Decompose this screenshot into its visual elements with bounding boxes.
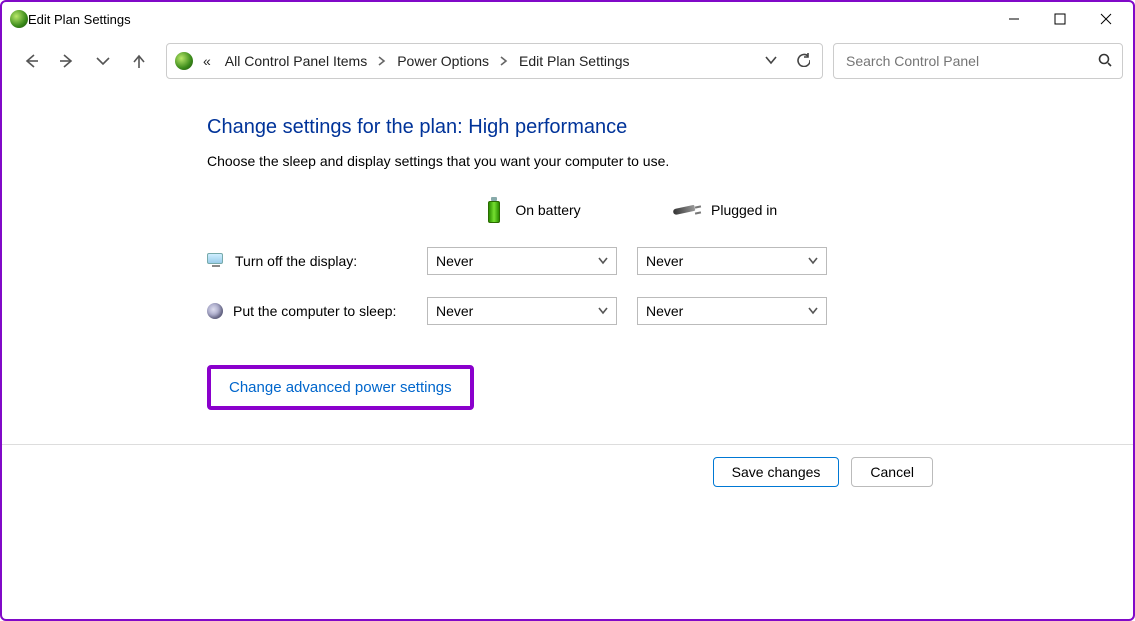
search-box[interactable] (833, 43, 1123, 79)
chevron-right-icon (499, 56, 509, 66)
window-title: Edit Plan Settings (28, 12, 131, 27)
column-on-battery: On battery (427, 195, 637, 225)
up-button[interactable] (128, 50, 150, 72)
app-icon (10, 10, 28, 28)
refresh-button[interactable] (796, 53, 810, 70)
change-advanced-power-settings-link[interactable]: Change advanced power settings (207, 365, 474, 410)
minimize-button[interactable] (991, 4, 1037, 34)
cancel-button[interactable]: Cancel (851, 457, 933, 487)
arrow-up-icon (131, 53, 147, 69)
sleep-icon (207, 303, 223, 319)
select-value: Never (436, 303, 598, 319)
breadcrumb-item[interactable]: All Control Panel Items (221, 51, 371, 71)
search-icon (1098, 53, 1112, 70)
arrow-left-icon (23, 53, 39, 69)
control-panel-icon (175, 52, 193, 70)
row-label: Put the computer to sleep: (233, 303, 396, 319)
row-label: Turn off the display: (235, 253, 357, 269)
column-label: Plugged in (711, 202, 777, 218)
sleep-plugged-select[interactable]: Never (637, 297, 827, 325)
breadcrumb-item[interactable]: Power Options (393, 51, 493, 71)
nav-row: « All Control Panel Items Power Options … (2, 40, 1133, 82)
arrow-right-icon (59, 53, 75, 69)
display-battery-select[interactable]: Never (427, 247, 617, 275)
select-value: Never (436, 253, 598, 269)
page-subtext: Choose the sleep and display settings th… (207, 153, 1133, 169)
battery-icon (483, 195, 505, 225)
title-bar: Edit Plan Settings (2, 2, 1133, 36)
chevron-down-icon (808, 303, 818, 319)
save-changes-button[interactable]: Save changes (713, 457, 840, 487)
minimize-icon (1008, 13, 1020, 25)
maximize-button[interactable] (1037, 4, 1083, 34)
column-plugged-in: Plugged in (637, 200, 847, 220)
main-content: Change settings for the plan: High perfo… (2, 82, 1133, 410)
close-icon (1100, 13, 1112, 25)
address-dropdown-button[interactable] (764, 53, 778, 70)
display-icon (207, 253, 225, 269)
chevron-down-icon (95, 53, 111, 69)
settings-grid: On battery Plugged in Turn off the displ… (207, 195, 1133, 325)
select-value: Never (646, 253, 808, 269)
sleep-battery-select[interactable]: Never (427, 297, 617, 325)
plug-icon (667, 200, 701, 220)
history-dropdown-button[interactable] (92, 50, 114, 72)
display-plugged-select[interactable]: Never (637, 247, 827, 275)
chevron-down-icon (598, 303, 608, 319)
row-sleep: Put the computer to sleep: (207, 303, 427, 319)
breadcrumb-prefix: « (199, 51, 215, 71)
chevron-down-icon (764, 53, 778, 67)
chevron-down-icon (808, 253, 818, 269)
footer-bar: Save changes Cancel (2, 444, 1133, 498)
maximize-icon (1054, 13, 1066, 25)
page-heading: Change settings for the plan: High perfo… (207, 116, 1133, 139)
search-input[interactable] (844, 52, 1098, 70)
column-label: On battery (515, 202, 580, 218)
address-bar[interactable]: « All Control Panel Items Power Options … (166, 43, 823, 79)
nav-arrows (14, 50, 156, 72)
forward-button[interactable] (56, 50, 78, 72)
row-turn-off-display: Turn off the display: (207, 253, 427, 269)
refresh-icon (796, 53, 810, 67)
back-button[interactable] (20, 50, 42, 72)
chevron-down-icon (598, 253, 608, 269)
breadcrumb-item[interactable]: Edit Plan Settings (515, 51, 634, 71)
select-value: Never (646, 303, 808, 319)
chevron-right-icon (377, 56, 387, 66)
close-button[interactable] (1083, 4, 1129, 34)
